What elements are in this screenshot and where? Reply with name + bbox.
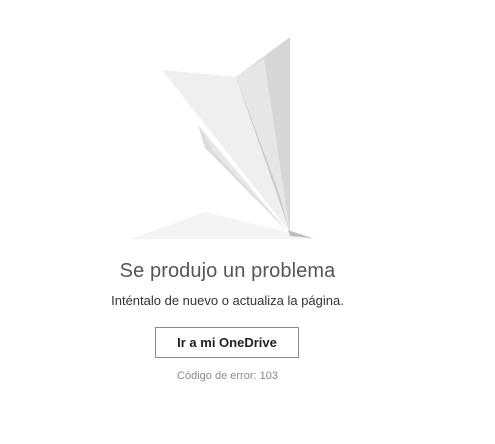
error-page: Se produjo un problema Inténtalo de nuev… — [0, 0, 495, 444]
go-to-onedrive-button[interactable]: Ir a mi OneDrive — [155, 327, 299, 358]
paper-plane-icon — [130, 37, 315, 239]
error-title: Se produjo un problema — [119, 260, 336, 282]
error-message: Inténtalo de nuevo o actualiza la página… — [111, 293, 344, 308]
error-code: Código de error: 103 — [177, 370, 278, 382]
